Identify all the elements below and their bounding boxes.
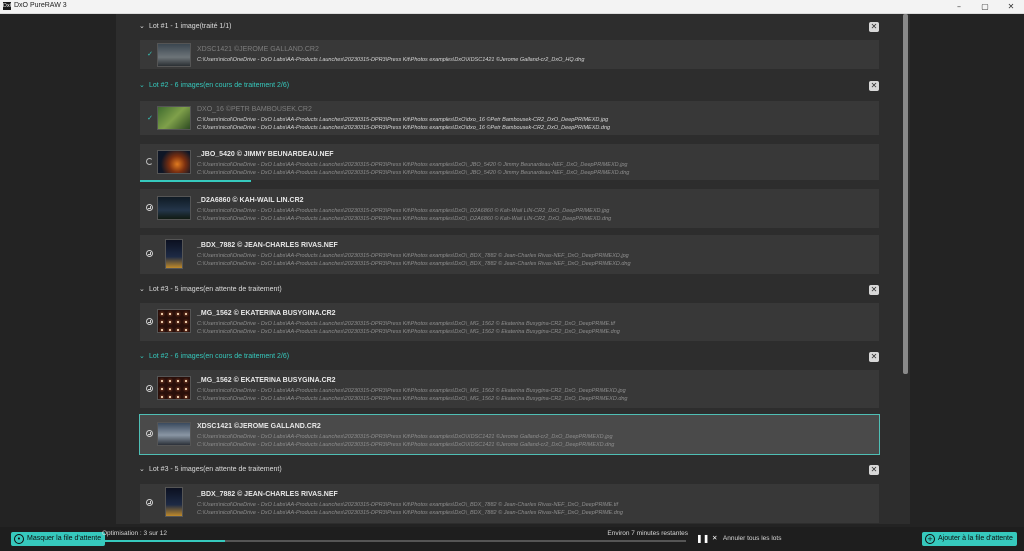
lot-title: Lot #3 - 5 images(en attente de traiteme… xyxy=(149,286,282,293)
lot-title: Lot #1 - 1 image(traité 1/1) xyxy=(149,23,232,30)
file-row[interactable]: ✓ DXO_16 ©PETR BAMBOUSEK.CR2 C:\Users\ni… xyxy=(140,101,879,135)
close-lot-button[interactable]: ✕ xyxy=(869,81,879,91)
add-to-queue-button[interactable]: + Ajouter à la file d'attente xyxy=(922,532,1017,546)
clock-icon xyxy=(146,430,153,437)
file-name: DXO_16 ©PETR BAMBOUSEK.CR2 xyxy=(197,106,312,113)
add-to-queue-label: Ajouter à la file d'attente xyxy=(938,535,1013,542)
output-path: C:\Users\nicol\OneDrive - DxO Labs\AA-Pr… xyxy=(197,216,612,222)
file-name: XDSC1421 ©JEROME GALLAND.CR2 xyxy=(197,46,319,53)
hide-queue-button[interactable]: • Masquer la file d'attente xyxy=(11,532,106,546)
file-row[interactable]: ✓ XDSC1421 ©JEROME GALLAND.CR2 C:\Users\… xyxy=(140,40,879,69)
optimization-progress-fill xyxy=(102,540,225,542)
output-path: C:\Users\nicol\OneDrive - DxO Labs\AA-Pr… xyxy=(197,208,610,214)
output-path: C:\Users\nicol\OneDrive - DxO Labs\AA-Pr… xyxy=(197,321,615,327)
file-row[interactable]: _D2A6860 © KAH-WAIL LIN.CR2 C:\Users\nic… xyxy=(140,189,879,228)
title-bar: DxO DxO PureRAW 3 – ▢ ✕ xyxy=(0,0,1024,14)
file-row[interactable]: _MG_1562 © EKATERINA BUSYGINA.CR2 C:\Use… xyxy=(140,303,879,341)
lot-header[interactable]: ⌄ Lot #3 - 5 images(en attente de traite… xyxy=(137,282,881,298)
output-path: C:\Users\nicol\OneDrive - DxO Labs\AA-Pr… xyxy=(197,57,585,63)
file-row-selected[interactable]: XDSC1421 ©JEROME GALLAND.CR2 C:\Users\ni… xyxy=(139,414,880,455)
lot-header[interactable]: ⌄ Lot #2 - 6 images(en cours de traiteme… xyxy=(137,349,881,365)
clock-icon xyxy=(146,250,153,257)
file-progress-bar xyxy=(140,180,251,182)
output-path: C:\Users\nicol\OneDrive - DxO Labs\AA-Pr… xyxy=(197,162,628,168)
output-path: C:\Users\nicol\OneDrive - DxO Labs\AA-Pr… xyxy=(197,502,619,508)
app-logo-icon: DxO xyxy=(3,2,14,10)
output-path: C:\Users\nicol\OneDrive - DxO Labs\AA-Pr… xyxy=(197,261,631,267)
output-path: C:\Users\nicol\OneDrive - DxO Labs\AA-Pr… xyxy=(197,125,611,131)
output-path: C:\Users\nicol\OneDrive - DxO Labs\AA-Pr… xyxy=(197,434,613,440)
thumbnail xyxy=(165,487,183,517)
file-name: _MG_1562 © EKATERINA BUSYGINA.CR2 xyxy=(197,310,336,317)
output-path: C:\Users\nicol\OneDrive - DxO Labs\AA-Pr… xyxy=(197,510,623,516)
file-row[interactable]: _JBO_5420 © JIMMY BEUNARDEAU.NEF C:\User… xyxy=(140,144,879,180)
thumbnail xyxy=(157,150,191,174)
spinner-icon xyxy=(146,158,153,165)
optimization-status: Optimisation : 3 sur 12 xyxy=(102,530,168,537)
cancel-all-label: Annuler tous les lots xyxy=(722,535,782,542)
plus-icon: + xyxy=(925,534,935,544)
clock-icon xyxy=(146,318,153,325)
thumbnail xyxy=(157,376,191,400)
output-path: C:\Users\nicol\OneDrive - DxO Labs\AA-Pr… xyxy=(197,117,609,123)
output-path: C:\Users\nicol\OneDrive - DxO Labs\AA-Pr… xyxy=(197,442,615,448)
file-row[interactable]: _MG_1562 © EKATERINA BUSYGINA.CR2 C:\Use… xyxy=(140,370,879,408)
file-name: XDSC1421 ©JEROME GALLAND.CR2 xyxy=(197,423,321,430)
file-name: _BDX_7882 © JEAN-CHARLES RIVAS.NEF xyxy=(197,242,338,249)
optimization-progress-track xyxy=(102,540,686,542)
clock-icon xyxy=(146,385,153,392)
chevron-down-icon[interactable]: ⌄ xyxy=(139,81,145,89)
lot-header[interactable]: ⌄ Lot #1 - 1 image(traité 1/1) ✕ xyxy=(137,19,881,35)
file-row[interactable]: _BDX_7882 © JEAN-CHARLES RIVAS.NEF C:\Us… xyxy=(140,484,879,523)
clock-icon xyxy=(146,204,153,211)
minimize-button[interactable]: – xyxy=(946,0,972,13)
file-name: _BDX_7882 © JEAN-CHARLES RIVAS.NEF xyxy=(197,491,338,498)
file-name: _MG_1562 © EKATERINA BUSYGINA.CR2 xyxy=(197,377,336,384)
output-path: C:\Users\nicol\OneDrive - DxO Labs\AA-Pr… xyxy=(197,253,629,259)
chevron-down-icon[interactable]: ⌄ xyxy=(139,352,145,360)
check-icon: ✓ xyxy=(147,50,153,58)
cancel-all-button[interactable]: ✕ Annuler tous les lots xyxy=(712,534,781,542)
close-window-button[interactable]: ✕ xyxy=(998,0,1024,13)
file-name: _D2A6860 © KAH-WAIL LIN.CR2 xyxy=(197,197,304,204)
lot-title: Lot #2 - 6 images(en cours de traitement… xyxy=(149,353,290,360)
chevron-down-icon[interactable]: ⌄ xyxy=(139,22,145,30)
hide-queue-label: Masquer la file d'attente xyxy=(27,535,102,542)
chevron-down-icon[interactable]: ⌄ xyxy=(139,465,145,473)
eye-icon: • xyxy=(14,534,24,544)
output-path: C:\Users\nicol\OneDrive - DxO Labs\AA-Pr… xyxy=(197,396,628,402)
output-path: C:\Users\nicol\OneDrive - DxO Labs\AA-Pr… xyxy=(197,170,630,176)
close-lot-button[interactable]: ✕ xyxy=(869,465,879,475)
file-name: _JBO_5420 © JIMMY BEUNARDEAU.NEF xyxy=(197,151,334,158)
thumbnail xyxy=(157,106,191,130)
thumbnail xyxy=(165,239,183,269)
window-title: DxO PureRAW 3 xyxy=(14,2,67,9)
thumbnail xyxy=(157,309,191,333)
time-remaining: Environ 7 minutes restantes xyxy=(607,530,688,537)
clock-icon xyxy=(146,499,153,506)
lot-title: Lot #3 - 5 images(en attente de traiteme… xyxy=(149,466,282,473)
file-row[interactable]: _BDX_7882 © JEAN-CHARLES RIVAS.NEF C:\Us… xyxy=(140,235,879,274)
bottom-bar: • Masquer la file d'attente Optimisation… xyxy=(0,527,1024,551)
output-path: C:\Users\nicol\OneDrive - DxO Labs\AA-Pr… xyxy=(197,329,620,335)
output-path: C:\Users\nicol\OneDrive - DxO Labs\AA-Pr… xyxy=(197,388,626,394)
close-icon: ✕ xyxy=(712,534,718,542)
maximize-button[interactable]: ▢ xyxy=(972,0,998,13)
queue-scrollbar[interactable] xyxy=(903,14,908,374)
lot-header[interactable]: ⌄ Lot #3 - 5 images(en attente de traite… xyxy=(137,462,881,478)
chevron-down-icon[interactable]: ⌄ xyxy=(139,285,145,293)
thumbnail xyxy=(157,43,191,67)
close-lot-button[interactable]: ✕ xyxy=(869,352,879,362)
thumbnail xyxy=(157,422,191,446)
close-lot-button[interactable]: ✕ xyxy=(869,285,879,295)
check-icon: ✓ xyxy=(147,114,153,122)
thumbnail xyxy=(157,196,191,220)
lot-header[interactable]: ⌄ Lot #2 - 6 images(en cours de traiteme… xyxy=(137,78,881,94)
close-lot-button[interactable]: ✕ xyxy=(869,22,879,32)
pause-button[interactable]: ❚❚ xyxy=(696,534,709,543)
lot-title: Lot #2 - 6 images(en cours de traitement… xyxy=(149,82,290,89)
